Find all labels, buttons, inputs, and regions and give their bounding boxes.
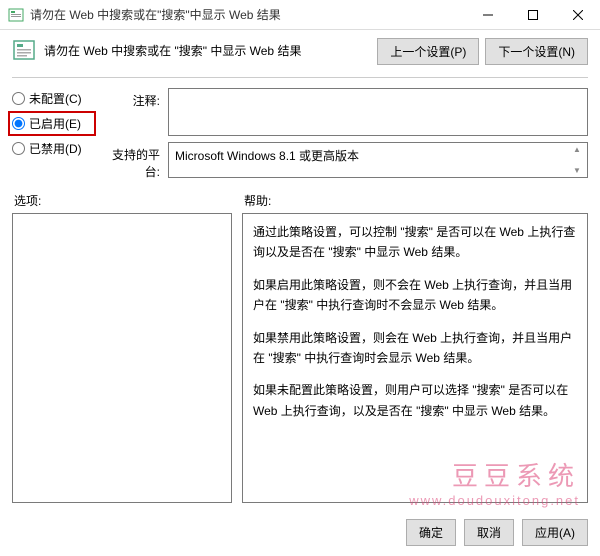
platform-value: Microsoft Windows 8.1 或更高版本 [175,149,359,163]
radio-not-configured[interactable]: 未配置(C) [12,90,92,107]
next-setting-button[interactable]: 下一个设置(N) [485,38,588,65]
help-label: 帮助: [242,192,588,209]
help-paragraph: 如果禁用此策略设置，则会在 Web 上执行查询，并且当用户在 "搜索" 中执行查… [253,328,577,369]
comment-input[interactable] [168,88,588,136]
comment-label: 注释: [100,88,160,136]
radio-label: 未配置(C) [29,90,82,107]
radio-label: 已禁用(D) [29,140,82,157]
divider [12,77,588,78]
window-controls [465,0,600,29]
policy-title: 请勿在 Web 中搜索或在 "搜索" 中显示 Web 结果 [44,38,369,59]
radio-enabled-input[interactable] [12,117,25,130]
close-button[interactable] [555,0,600,29]
policy-header-icon [12,38,36,62]
config-section: 未配置(C) 已启用(E) 已禁用(D) 注释: 支持的平台: Microsof… [0,82,600,186]
prev-setting-button[interactable]: 上一个设置(P) [377,38,479,65]
radio-not-configured-input[interactable] [12,92,25,105]
header: 请勿在 Web 中搜索或在 "搜索" 中显示 Web 结果 上一个设置(P) 下… [0,30,600,73]
radio-disabled[interactable]: 已禁用(D) [12,140,92,157]
apply-button[interactable]: 应用(A) [522,519,588,546]
window-title: 请勿在 Web 中搜索或在"搜索"中显示 Web 结果 [30,6,465,23]
policy-icon [8,7,24,23]
maximize-button[interactable] [510,0,555,29]
help-paragraph: 如果启用此策略设置，则不会在 Web 上执行查询，并且当用户在 "搜索" 中执行… [253,275,577,316]
platform-label: 支持的平台: [100,142,160,180]
help-paragraph: 如果未配置此策略设置，则用户可以选择 "搜索" 是否可以在 Web 上执行查询，… [253,380,577,421]
help-paragraph: 通过此策略设置，可以控制 "搜索" 是否可以在 Web 上执行查询以及是否在 "… [253,222,577,263]
radio-label: 已启用(E) [29,115,81,132]
footer-buttons: 确定 取消 应用(A) [406,519,588,546]
scroll-indicator: ▲▼ [573,145,585,175]
state-radio-group: 未配置(C) 已启用(E) 已禁用(D) [12,88,92,180]
options-label: 选项: [12,192,232,209]
titlebar: 请勿在 Web 中搜索或在"搜索"中显示 Web 结果 [0,0,600,30]
ok-button[interactable]: 确定 [406,519,456,546]
radio-enabled[interactable]: 已启用(E) [8,111,96,136]
cancel-button[interactable]: 取消 [464,519,514,546]
lower-section: 选项: 帮助: 通过此策略设置，可以控制 "搜索" 是否可以在 Web 上执行查… [0,186,600,503]
platform-box: Microsoft Windows 8.1 或更高版本 ▲▼ [168,142,588,178]
radio-disabled-input[interactable] [12,142,25,155]
options-box [12,213,232,503]
minimize-button[interactable] [465,0,510,29]
help-box: 通过此策略设置，可以控制 "搜索" 是否可以在 Web 上执行查询以及是否在 "… [242,213,588,503]
